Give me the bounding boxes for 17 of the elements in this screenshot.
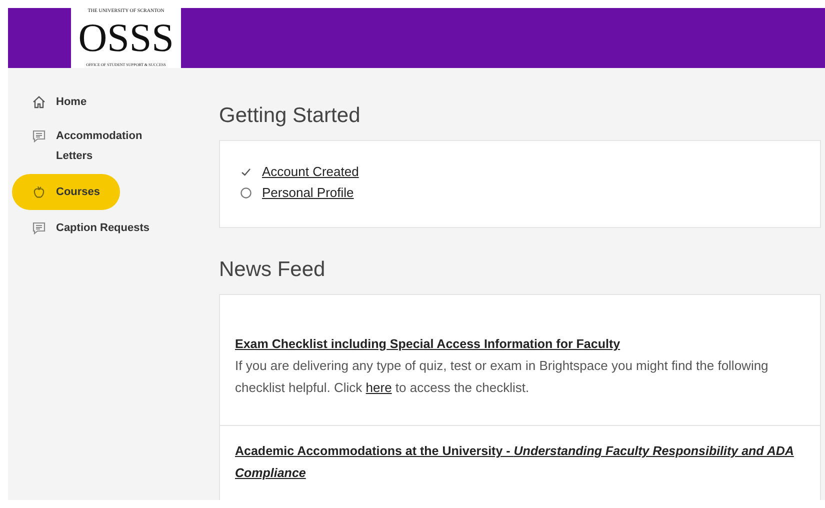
sidebar-item[interactable]: Accommodation Letters: [12, 120, 162, 172]
news-title-link[interactable]: Academic Accommodations at the University - Understanding Faculty Responsibility and ADA Compliance: [235, 440, 805, 484]
step-link[interactable]: Personal Profile: [262, 182, 354, 203]
sidebar-item[interactable]: Home: [12, 86, 99, 118]
logo-wordmark: OSSS: [78, 18, 174, 58]
sidebar-item[interactable]: Courses: [12, 174, 120, 210]
news-title-link[interactable]: Exam Checklist including Special Access Information for Faculty: [235, 333, 805, 355]
news-text: If you are delivering any type of quiz, test or exam in Brightspace you might find the following checklist helpful. Click here to access the checklist.: [235, 357, 770, 397]
here-link[interactable]: here: [366, 380, 392, 395]
sidebar-item[interactable]: Caption Requests: [12, 212, 162, 244]
home-icon: [32, 95, 46, 109]
step-link[interactable]: Account Created: [262, 161, 359, 182]
message-icon: [32, 221, 46, 235]
message-icon: [32, 129, 46, 143]
section-heading: Getting Started: [219, 104, 362, 128]
section-heading: News Feed: [219, 258, 326, 282]
apple-icon: [32, 185, 46, 199]
